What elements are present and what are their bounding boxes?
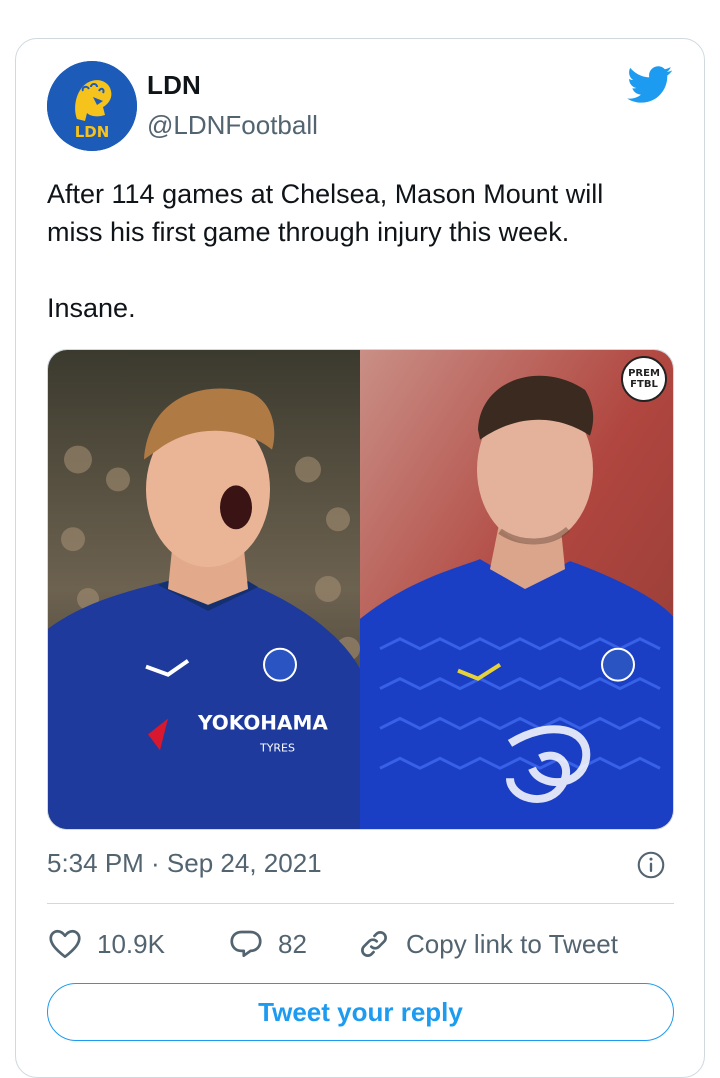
reply-button[interactable]: 82 [228, 922, 307, 966]
player-photo-left[interactable]: YOKOHAMA TYRES [48, 350, 360, 829]
tweet-text: After 114 games at Chelsea, Mason Mount … [47, 175, 667, 327]
tweet-your-reply-button[interactable]: Tweet your reply [47, 983, 674, 1041]
player-photo-right[interactable] [360, 350, 674, 829]
tweet-text-line: miss his first game through injury this … [47, 217, 570, 247]
prem-ftbl-watermark: PREM FTBL [621, 356, 667, 402]
svg-text:LDN: LDN [75, 123, 110, 141]
tweet-timestamp[interactable]: 5:34 PM · Sep 24, 2021 [47, 848, 322, 879]
twitter-bird-icon[interactable] [627, 66, 673, 104]
svg-text:YOKOHAMA: YOKOHAMA [197, 710, 328, 734]
link-icon [361, 931, 387, 957]
like-button[interactable]: 10.9K [47, 922, 165, 966]
tweet-text-line: Insane. [47, 293, 136, 323]
divider [47, 903, 674, 904]
like-count: 10.9K [97, 928, 165, 959]
author-display-name[interactable]: LDN [147, 70, 201, 101]
tweet-text-line: After 114 games at Chelsea, Mason Mount … [47, 179, 604, 209]
copy-link-label: Copy link to Tweet [406, 928, 618, 959]
ldn-lion-logo-icon: LDN [47, 61, 137, 151]
tweet-media[interactable]: YOKOHAMA TYRES PREM FTBL [47, 349, 674, 830]
reply-bubble-icon [230, 930, 262, 958]
info-icon[interactable] [637, 851, 665, 879]
author-handle[interactable]: @LDNFootball [147, 110, 318, 141]
copy-link-button[interactable]: Copy link to Tweet [356, 922, 618, 966]
avatar[interactable]: LDN [47, 61, 137, 151]
tweet-actions: 10.9K 82 Copy link to Tweet [47, 922, 674, 966]
svg-text:TYRES: TYRES [259, 741, 295, 754]
reply-count: 82 [278, 928, 307, 959]
heart-icon [49, 929, 81, 959]
